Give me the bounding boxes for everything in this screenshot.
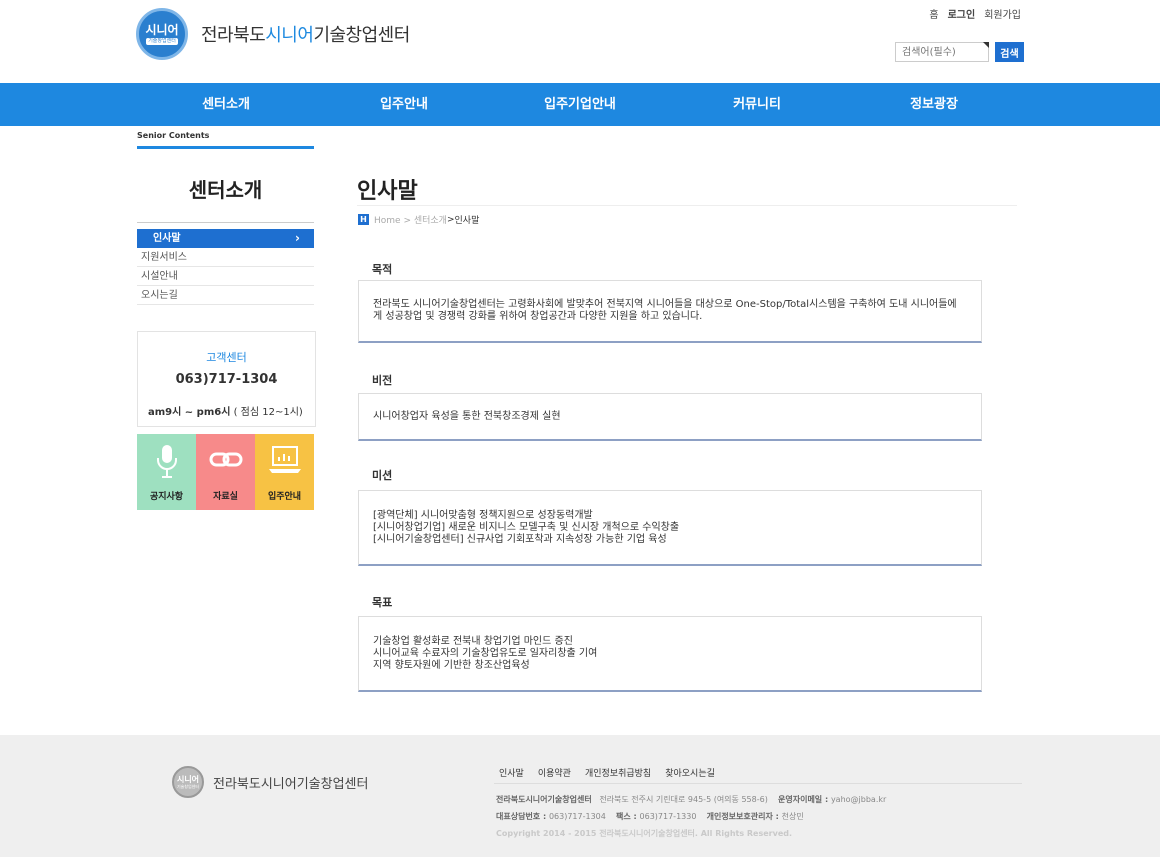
footer-link-directions[interactable]: 찾아오시는길	[665, 766, 715, 779]
footer-address-line: 전라북도시니어기술창업센터 전라북도 전주시 기린대로 945-5 (여의동 5…	[496, 795, 887, 804]
section-line: 지역 향토자원에 기반한 창조산업육성	[373, 659, 530, 671]
section-line: 게 성공창업 및 경쟁력 강화를 위하여 창업공간과 다양한 지원을 하고 있습…	[373, 311, 703, 322]
section-line: [시니어창업기업] 새로운 비지니스 모델구축 및 신시장 개척으로 수익창출	[373, 521, 680, 533]
section-line: [시니어기술창업센터] 신규사업 기회포착과 지속성장 가능한 기업 육성	[373, 533, 667, 545]
section-line: 시니어교육 수료자의 기술창업유도로 일자리창출 기여	[373, 647, 598, 659]
page-title: 인사말	[357, 179, 418, 204]
section-line: [광역단체] 시니어맞춤형 정책지원으로 성장동력개발	[373, 509, 593, 521]
chevron-right-icon: ›	[295, 231, 300, 245]
footer-link-terms[interactable]: 이용약관	[538, 766, 571, 779]
footer-logo: 시니어 기술창업센터 전라북도시니어기술창업센터	[172, 766, 368, 798]
sidebar-menu: 인사말 › 지원서비스 시설안내 오시는길	[137, 222, 314, 305]
footer-links: 인사말 이용약관 개인정보취급방침 찾아오시는길	[499, 766, 715, 779]
section-title-vision: 비전	[372, 374, 393, 387]
section-line: 전라북도 시니어기술창업센터는 고령화사회에 발맞추어 전북지역 시니어들을 대…	[373, 299, 957, 310]
nav-tenant-guide[interactable]: 입주안내	[380, 83, 428, 126]
tile-label: 입주안내	[267, 492, 302, 502]
link-icon	[209, 452, 242, 467]
breadcrumb-current: 인사말	[454, 216, 480, 226]
breadcrumb-separator: >	[446, 214, 455, 225]
footer-logo-badge: 시니어 기술창업센터	[172, 766, 204, 798]
customer-center-box: 고객센터 063)717-1304 am9시 ~ pm6시 ( 점심 12~1시…	[137, 331, 316, 427]
footer-divider	[494, 783, 1022, 784]
sidebar-item-label: 오시는길	[141, 290, 178, 301]
header: 시니어 기술창업센터 전라북도시니어기술창업센터 홈 로그인 회원가입 검색	[0, 0, 1160, 83]
section-title-goals: 목표	[372, 596, 393, 609]
customer-center-hours: am9시 ~ pm6시 ( 점심 12~1시)	[148, 407, 303, 418]
microphone-icon	[156, 445, 177, 478]
search-corner-mark	[983, 42, 989, 48]
signup-link[interactable]: 회원가입	[984, 6, 1021, 21]
tile-tenant-guide[interactable]: 입주안내	[255, 434, 314, 510]
breadcrumb-path[interactable]: Home > 센터소개	[374, 213, 447, 226]
sidebar-item-directions[interactable]: 오시는길	[137, 286, 314, 305]
search-input[interactable]	[895, 42, 989, 62]
site-logo[interactable]: 시니어 기술창업센터 전라북도시니어기술창업센터	[136, 8, 410, 60]
section-line: 기술창업 활성화로 전북내 창업기업 마인드 증진	[373, 635, 573, 647]
section-title-purpose: 목적	[372, 263, 393, 276]
logo-badge: 시니어 기술창업센터	[136, 8, 188, 60]
customer-center-title: 고객센터	[206, 351, 247, 364]
home-link[interactable]: 홈	[929, 6, 938, 21]
nav-community[interactable]: 커뮤니티	[733, 83, 781, 126]
tile-label: 자료실	[213, 492, 238, 502]
section-box-purpose: 전라북도 시니어기술창업센터는 고령화사회에 발맞추어 전북지역 시니어들을 대…	[358, 280, 982, 343]
login-link[interactable]: 로그인	[948, 6, 976, 21]
sidebar-title: 센터소개	[188, 178, 263, 202]
main-nav: 센터소개 입주안내 입주기업안내 커뮤니티 정보광장	[0, 83, 1160, 126]
sidebar-item-label: 인사말	[153, 233, 181, 244]
nav-info-plaza[interactable]: 정보광장	[910, 83, 958, 126]
footer-contact-line: 대표상담번호 : 063)717-1304 팩스 : 063)717-1330 …	[496, 812, 804, 821]
tile-label: 공지사항	[149, 492, 184, 502]
section-box-goals: 기술창업 활성화로 전북내 창업기업 마인드 증진 시니어교육 수료자의 기술창…	[358, 616, 982, 692]
section-box-mission: [광역단체] 시니어맞춤형 정책지원으로 성장동력개발 [시니어창업기업] 새로…	[358, 490, 982, 566]
breadcrumb: H Home > 센터소개 > 인사말	[358, 213, 479, 226]
footer-link-privacy[interactable]: 개인정보취급방침	[585, 766, 651, 779]
section-line: 시니어창업자 육성을 통한 전북창조경제 실현	[373, 410, 561, 422]
title-divider	[357, 205, 1017, 206]
top-links: 홈 로그인 회원가입	[929, 6, 1021, 21]
section-title-mission: 미션	[372, 469, 393, 482]
nav-tenant-companies[interactable]: 입주기업안내	[544, 83, 616, 126]
footer: 시니어 기술창업센터 전라북도시니어기술창업센터 인사말 이용약관 개인정보취급…	[0, 735, 1160, 857]
tile-archive[interactable]: 자료실	[196, 434, 255, 510]
sidebar-item-greeting[interactable]: 인사말 ›	[137, 229, 314, 248]
nav-center-intro[interactable]: 센터소개	[202, 83, 250, 126]
sidebar-item-label: 시설안내	[141, 271, 178, 282]
logo-text: 전라북도시니어기술창업센터	[201, 25, 410, 46]
sidebar-item-label: 지원서비스	[141, 252, 187, 263]
home-icon[interactable]: H	[358, 214, 369, 225]
customer-center-phone: 063)717-1304	[175, 372, 278, 387]
search-button[interactable]: 검색	[995, 42, 1024, 62]
footer-link-greeting[interactable]: 인사말	[499, 766, 524, 779]
laptop-chart-icon	[268, 446, 301, 473]
footer-logo-text: 전라북도시니어기술창업센터	[213, 776, 369, 792]
tile-notices[interactable]: 공지사항	[137, 434, 196, 510]
section-label-bar	[137, 146, 314, 149]
sidebar-item-support-services[interactable]: 지원서비스	[137, 248, 314, 267]
quick-tiles: 공지사항 자료실 입주안내	[137, 434, 314, 510]
sidebar-item-facilities[interactable]: 시설안내	[137, 267, 314, 286]
section-box-vision: 시니어창업자 육성을 통한 전북창조경제 실현	[358, 393, 982, 441]
section-label: Senior Contents	[137, 131, 210, 140]
footer-copyright: Copyright 2014 - 2015 전라북도시니어기술창업센터. All…	[496, 829, 793, 838]
search-bar: 검색	[895, 42, 1024, 62]
